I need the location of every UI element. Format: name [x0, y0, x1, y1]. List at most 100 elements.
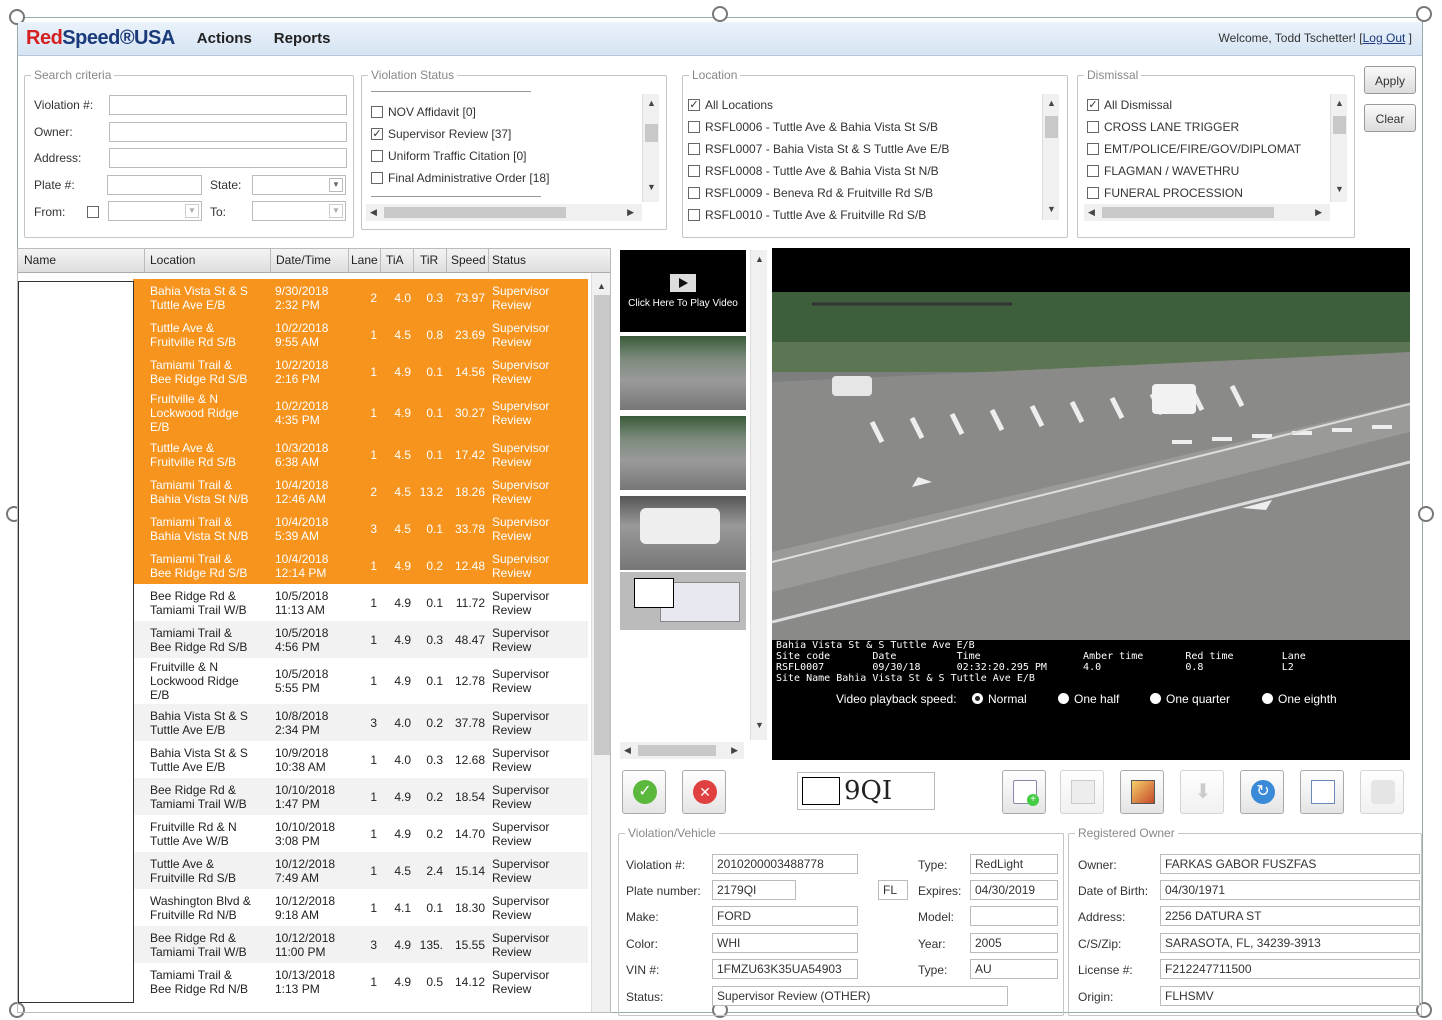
apply-button[interactable]: Apply — [1364, 66, 1416, 94]
menu-actions[interactable]: Actions — [197, 30, 252, 47]
status-item-supervisor-review[interactable]: ✓ Supervisor Review [37] — [371, 127, 511, 141]
speed-option-normal[interactable]: Normal — [972, 692, 1027, 706]
dismissal-horizontal-scrollbar[interactable]: ◀ ▶ — [1084, 204, 1330, 221]
dismissal-item[interactable]: EMT/POLICE/FIRE/GOV/DIPLOMAT — [1087, 142, 1301, 156]
location-item[interactable]: RSFL0010 - Tuttle Ave & Fruitville Rd S/… — [688, 208, 926, 222]
dismissal-item-all[interactable]: ✓ All Dismissal — [1087, 98, 1172, 112]
table-row[interactable]: Tamiami Trail & Bee Ridge Rd S/B 10/4/2018… — [133, 547, 588, 584]
dismissal-item[interactable]: FUNERAL PROCESSION — [1087, 186, 1243, 200]
plate-number-value[interactable]: 2179QI — [712, 880, 796, 900]
color-value[interactable]: WHI — [712, 933, 858, 953]
column-tir[interactable]: TiR — [420, 253, 438, 267]
status-checkbox[interactable] — [371, 149, 383, 162]
status-value[interactable]: Supervisor Review (OTHER) — [712, 986, 1008, 1006]
location-item[interactable]: RSFL0008 - Tuttle Ave & Bahia Vista St N… — [688, 164, 939, 178]
image-view-button[interactable] — [1120, 770, 1164, 814]
table-row[interactable]: Bee Ridge Rd & Tamiami Trail W/B 10/5/2018… — [133, 584, 588, 621]
location-vertical-scrollbar[interactable]: ▲ ▼ — [1042, 94, 1059, 220]
table-row[interactable]: Tuttle Ave & Fruitville Rd S/B 10/12/2018 7… — [133, 852, 588, 889]
dismissal-item[interactable]: FLAGMAN / WAVETHRU — [1087, 164, 1239, 178]
evidence-thumbnail-plate[interactable] — [620, 572, 746, 630]
owner-address-value[interactable]: 2256 DATURA ST — [1160, 906, 1420, 926]
table-row[interactable]: Tamiami Trail & Bee Ridge Rd S/B 10/2/2018… — [133, 353, 588, 390]
play-video-button[interactable]: Click Here To Play Video — [620, 250, 746, 332]
year-value[interactable]: 2005 — [970, 933, 1058, 953]
grid-vertical-scrollbar[interactable]: ▲ — [591, 273, 610, 1012]
location-item-all[interactable]: ✓ All Locations — [688, 98, 773, 112]
license-value[interactable]: F212247711500 — [1160, 959, 1420, 979]
status-checkbox-checked[interactable]: ✓ — [371, 127, 383, 140]
status-item-final-order[interactable]: Final Administrative Order [18] — [371, 171, 549, 185]
table-row[interactable]: Tuttle Ave & Fruitville Rd S/B 10/2/2018 9:… — [133, 316, 588, 353]
address-input[interactable] — [109, 148, 347, 168]
status-horizontal-scrollbar[interactable]: ◀ ▶ — [366, 204, 642, 221]
plate-input[interactable] — [107, 175, 202, 195]
schedule-button[interactable] — [1060, 770, 1104, 814]
column-speed[interactable]: Speed — [451, 253, 486, 267]
violation-number-value[interactable]: 2010200003488778 — [712, 854, 858, 874]
table-row[interactable]: Tamiami Trail & Bahia Vista St N/B 10/4/20… — [133, 473, 588, 510]
clear-button[interactable]: Clear — [1364, 104, 1416, 132]
reject-button[interactable]: ✕ — [682, 770, 726, 814]
to-date-input[interactable]: ▼ — [252, 201, 346, 221]
radio-selected[interactable] — [972, 693, 983, 705]
evidence-thumbnail-3[interactable] — [620, 496, 746, 570]
owner-lookup-button[interactable] — [1360, 770, 1404, 814]
from-date-input[interactable]: ▼ — [108, 201, 202, 221]
column-tia[interactable]: TiA — [386, 253, 404, 267]
column-name[interactable]: Name — [24, 253, 56, 267]
csz-value[interactable]: SARASOTA, FL, 34239-3913 — [1160, 933, 1420, 953]
logout-link[interactable]: Log Out — [1363, 31, 1406, 45]
column-lane[interactable]: Lane — [351, 253, 378, 267]
table-row[interactable]: Tuttle Ave & Fruitville Rd S/B 10/3/2018 6:… — [133, 436, 588, 473]
table-row[interactable]: Tamiami Trail & Bee Ridge Rd N/B 10/13/201… — [133, 963, 588, 1000]
table-row[interactable]: Bee Ridge Rd & Tamiami Trail W/B 10/12/201… — [133, 926, 588, 963]
table-row[interactable]: Fruitville & N Lockwood Ridge E/B 10/5/2018… — [133, 658, 588, 704]
status-checkbox[interactable] — [371, 171, 383, 184]
menu-reports[interactable]: Reports — [274, 30, 331, 47]
dismissal-item[interactable]: CROSS LANE TRIGGER — [1087, 120, 1239, 134]
type-value[interactable]: RedLight — [970, 854, 1058, 874]
calendar-dropdown-icon[interactable]: ▼ — [329, 204, 343, 218]
resize-handle[interactable] — [1416, 6, 1432, 22]
dismissal-vertical-scrollbar[interactable]: ▲ ▼ — [1330, 94, 1347, 202]
vin-value[interactable]: 1FMZU63K35UA54903 — [712, 959, 858, 979]
location-item[interactable]: RSFL0009 - Beneva Rd & Fruitville Rd S/B — [688, 186, 933, 200]
dob-value[interactable]: 04/30/1971 — [1160, 880, 1420, 900]
status-item-nov-affidavit[interactable]: NOV Affidavit [0] — [371, 105, 476, 119]
resize-handle[interactable] — [1418, 506, 1434, 522]
table-row[interactable]: Tamiami Trail & Bahia Vista St N/B 10/4/20… — [133, 510, 588, 547]
table-row[interactable]: Bahia Vista St & S Tuttle Ave E/B 9/30/201… — [133, 279, 588, 316]
column-location[interactable]: Location — [150, 253, 195, 267]
evidence-thumbnail-2[interactable] — [620, 416, 746, 490]
resize-handle[interactable] — [712, 6, 728, 22]
approve-button[interactable]: ✓ — [622, 770, 666, 814]
table-row[interactable]: Washington Blvd & Fruitville Rd N/B 10/12/… — [133, 889, 588, 926]
origin-value[interactable]: FLHSMV — [1160, 986, 1420, 1006]
state-select[interactable]: ▼ — [252, 175, 346, 195]
vehicle-type-value[interactable]: AU — [970, 959, 1058, 979]
download-button[interactable]: ⬇ — [1180, 770, 1224, 814]
owner-input[interactable] — [109, 122, 347, 142]
violation-number-input[interactable] — [109, 95, 347, 115]
speed-option-one-eighth[interactable]: One eighth — [1262, 692, 1337, 706]
speed-option-one-quarter[interactable]: One quarter — [1150, 692, 1230, 706]
column-status[interactable]: Status — [492, 253, 526, 267]
owner-name-value[interactable]: FARKAS GABOR FUSZFAS — [1160, 854, 1420, 874]
thumbnail-vertical-scrollbar[interactable]: ▲ ▼ — [750, 250, 767, 740]
table-row[interactable]: Tamiami Trail & Bee Ridge Rd S/B 10/5/2018… — [133, 621, 588, 658]
status-vertical-scrollbar[interactable]: ▲ ▼ — [642, 94, 659, 202]
table-row[interactable]: Fruitville Rd & N Tuttle Ave W/B 10/10/201… — [133, 815, 588, 852]
model-value[interactable] — [970, 906, 1058, 926]
expires-value[interactable]: 04/30/2019 — [970, 880, 1058, 900]
calendar-dropdown-icon[interactable]: ▼ — [185, 204, 199, 218]
location-item[interactable]: RSFL0006 - Tuttle Ave & Bahia Vista St S… — [688, 120, 938, 134]
table-row[interactable]: Bee Ridge Rd & Tamiami Trail W/B 10/10/201… — [133, 778, 588, 815]
video-player[interactable]: Bahia Vista St & S Tuttle Ave E/B Site c… — [772, 248, 1410, 760]
table-row[interactable]: Bahia Vista St & S Tuttle Ave E/B 10/8/201… — [133, 704, 588, 741]
column-datetime[interactable]: Date/Time — [276, 253, 331, 267]
refresh-button[interactable]: ↻ — [1240, 770, 1284, 814]
evidence-thumbnail-1[interactable] — [620, 336, 746, 410]
status-checkbox[interactable] — [371, 105, 383, 118]
add-document-button[interactable]: + — [1002, 770, 1046, 814]
